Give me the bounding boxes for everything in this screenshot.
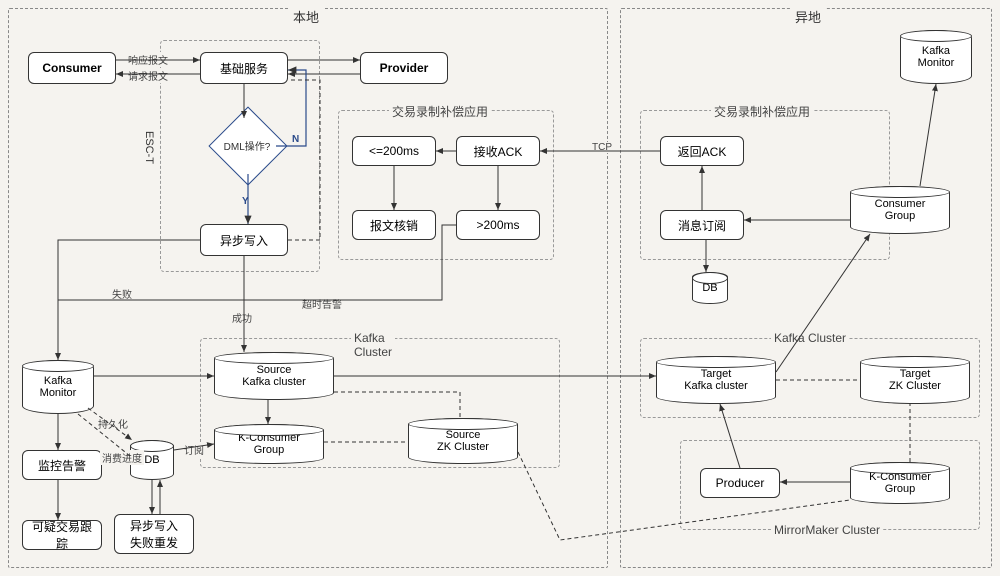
- consumer-box: Consumer: [28, 52, 116, 84]
- msg-verify-box: 报文核销: [352, 210, 436, 240]
- recv-ack-box: 接收ACK: [456, 136, 540, 166]
- region-local-label: 本地: [289, 7, 323, 26]
- persist-label: 持久化: [96, 416, 130, 431]
- resp-msg-label: 响应报文: [126, 52, 170, 67]
- source-zk-cluster: Source ZK Cluster: [408, 418, 518, 464]
- txn-comp-local-label: 交易录制补偿应用: [389, 103, 491, 120]
- kafka-local-label: Kafka Cluster: [351, 331, 395, 359]
- monitor-alert-box: 监控告警: [22, 450, 102, 480]
- k-consumer-remote: K-Consumer Group: [850, 462, 950, 504]
- target-zk-cluster: Target ZK Cluster: [860, 356, 970, 404]
- async-write-box: 异步写入: [200, 224, 288, 256]
- k-consumer-local: K-Consumer Group: [214, 424, 324, 464]
- req-msg-label: 请求报文: [126, 68, 170, 83]
- fail-label: 失败: [110, 286, 134, 301]
- timeout-alert-label: 超时告警: [300, 296, 344, 311]
- txn-comp-remote-label: 交易录制补偿应用: [711, 103, 813, 120]
- async-fail-resend-box: 异步写入 失败重发: [114, 514, 194, 554]
- subscribe-label: 订阅: [182, 442, 206, 457]
- db-remote: DB: [692, 272, 728, 304]
- n-label: N: [290, 134, 301, 145]
- msg-sub-box: 消息订阅: [660, 210, 744, 240]
- provider-box: Provider: [360, 52, 448, 84]
- suspect-track-box: 可疑交易跟踪: [22, 520, 102, 550]
- le200ms-box: <=200ms: [352, 136, 436, 166]
- kafka-monitor-local: Kafka Monitor: [22, 360, 94, 414]
- kafka-remote-label: Kafka Cluster: [771, 331, 849, 345]
- mirrormaker-label: MirrorMaker Cluster: [771, 523, 883, 537]
- source-kafka-cluster: Source Kafka cluster: [214, 352, 334, 400]
- producer-box: Producer: [700, 468, 780, 498]
- tcp-label: TCP: [590, 142, 614, 153]
- esc-t-label: ESC-T: [143, 131, 155, 164]
- success-label: 成功: [230, 310, 254, 325]
- y-label: Y: [240, 196, 251, 207]
- target-kafka-cluster: Target Kafka cluster: [656, 356, 776, 404]
- consumer-group-remote: Consumer Group: [850, 186, 950, 234]
- region-remote-label: 异地: [791, 7, 825, 26]
- return-ack-box: 返回ACK: [660, 136, 744, 166]
- base-service-box: 基础服务: [200, 52, 288, 84]
- gt200ms-box: >200ms: [456, 210, 540, 240]
- kafka-monitor-remote: Kafka Monitor: [900, 30, 972, 84]
- consume-progress-label: 消费进度: [100, 450, 144, 465]
